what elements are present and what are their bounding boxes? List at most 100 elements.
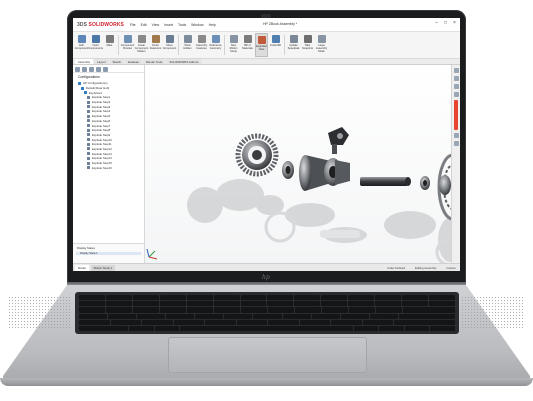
ribbon-button-mate[interactable]: Mate bbox=[103, 33, 116, 57]
feature-manager-icon[interactable] bbox=[75, 67, 80, 72]
key bbox=[205, 319, 236, 325]
menu-view[interactable]: View bbox=[152, 23, 160, 27]
ribbon-button-label: Linear Component Pattern bbox=[134, 44, 149, 53]
ribbon-separator bbox=[118, 35, 119, 55]
appearances-icon[interactable] bbox=[453, 133, 459, 138]
menu-tools[interactable]: Tools bbox=[178, 23, 186, 27]
property-manager-icon[interactable] bbox=[82, 67, 87, 72]
key bbox=[159, 295, 186, 301]
custom-properties-icon[interactable] bbox=[453, 141, 459, 146]
ribbon-button-component-preview[interactable]: Component Preview bbox=[121, 33, 134, 57]
key bbox=[79, 319, 110, 325]
ribbon-button-new-motion-study[interactable]: New Motion Study bbox=[227, 33, 240, 57]
bill-of-materials-icon bbox=[243, 35, 252, 43]
window-controls: – □ × bbox=[434, 21, 457, 26]
graphics-viewport[interactable] bbox=[145, 65, 460, 267]
ribbon-button-update-speedpak[interactable]: Update Speedpak bbox=[287, 33, 300, 57]
key bbox=[173, 319, 204, 325]
status-item: Custom bbox=[446, 265, 456, 270]
key bbox=[294, 301, 321, 307]
status-item: Under Defined bbox=[387, 265, 406, 270]
key bbox=[132, 295, 159, 301]
display-manager-icon[interactable] bbox=[103, 67, 108, 72]
minimize-icon[interactable]: – bbox=[434, 21, 439, 26]
ribbon-button-show-hidden[interactable]: Show Hidden bbox=[181, 33, 194, 57]
key bbox=[430, 325, 455, 332]
key bbox=[268, 307, 294, 313]
tab-assembly[interactable]: Assembly bbox=[75, 59, 94, 64]
design-library-icon[interactable] bbox=[453, 76, 459, 81]
explode-step-label: Explode Step13 bbox=[92, 151, 112, 156]
ribbon-button-assembly-features[interactable]: Assembly Features bbox=[195, 33, 208, 57]
exploded-view-icon bbox=[257, 36, 266, 44]
menu-window[interactable]: Window bbox=[191, 23, 203, 27]
ribbon-button-exploded-view[interactable]: Exploded View bbox=[255, 33, 268, 57]
tab-solidworks-add-ins[interactable]: SOLIDWORKS Add-Ins bbox=[166, 59, 202, 64]
ribbon-button-linear-component-pattern[interactable]: Linear Component Pattern bbox=[135, 33, 148, 57]
config-icon bbox=[81, 86, 84, 90]
keyboard-row bbox=[79, 325, 455, 332]
nut-part bbox=[420, 176, 430, 190]
explode-step-icon bbox=[87, 124, 90, 128]
bearing-part bbox=[282, 161, 294, 179]
dimxpert-icon[interactable] bbox=[96, 67, 101, 72]
ribbon-button-large-assembly-mode[interactable]: Large Assembly Mode bbox=[315, 33, 328, 57]
tab-render-tools[interactable]: Render Tools bbox=[142, 59, 166, 64]
smart-fasteners-icon bbox=[151, 35, 160, 43]
key bbox=[186, 301, 213, 307]
model-tab-model[interactable]: Model bbox=[75, 264, 89, 271]
key bbox=[195, 313, 224, 319]
key bbox=[375, 295, 402, 301]
tab-sketch[interactable]: Sketch bbox=[109, 59, 125, 64]
ribbon-button-smart-fasteners[interactable]: Smart Fasteners bbox=[149, 33, 162, 57]
ribbon-button-move-component[interactable]: Move Component bbox=[163, 33, 176, 57]
configuration-manager-icon[interactable] bbox=[89, 67, 94, 72]
explode-step-label: Explode Step5 bbox=[92, 114, 111, 119]
menu-help[interactable]: Help bbox=[209, 23, 216, 27]
view-triad bbox=[146, 248, 158, 260]
close-icon[interactable]: × bbox=[452, 21, 457, 26]
tree-explode-step[interactable]: Explode Step16 bbox=[73, 165, 144, 170]
ribbon-button-label: Reference Geometry bbox=[209, 44, 222, 50]
tab-layout[interactable]: Layout bbox=[94, 59, 109, 64]
ribbon-button-label: Update Speedpak bbox=[287, 44, 300, 50]
explode-step-label: Explode Step16 bbox=[92, 165, 112, 170]
explode-step-icon bbox=[87, 142, 90, 146]
display-state-item[interactable]: Display State-1 bbox=[76, 252, 141, 255]
document-title: HP ZBook Assembly * bbox=[263, 22, 298, 26]
model-tab-motion-study-1[interactable]: Motion Study 1 bbox=[90, 264, 116, 271]
ribbon-button-label: Show Hidden bbox=[183, 44, 192, 50]
ribbon-button-reference-geometry[interactable]: Reference Geometry bbox=[209, 33, 222, 57]
ribbon-button-edit-component[interactable]: Edit Component bbox=[75, 33, 88, 57]
view-palette-icon[interactable] bbox=[453, 92, 459, 97]
key bbox=[394, 319, 455, 325]
file-explorer-icon[interactable] bbox=[453, 84, 459, 89]
ribbon-button-take-snapshot[interactable]: Take Snapshot bbox=[301, 33, 314, 57]
key bbox=[108, 313, 137, 319]
maximize-icon[interactable]: □ bbox=[443, 21, 448, 26]
tab-evaluate[interactable]: Evaluate bbox=[125, 59, 142, 64]
panel-toolbar bbox=[73, 65, 144, 73]
solidworks-resources-icon[interactable] bbox=[453, 68, 459, 73]
explode-step-label: Explode Step6 bbox=[92, 118, 111, 123]
key bbox=[428, 295, 455, 301]
linear-component-pattern-icon bbox=[137, 35, 146, 43]
key bbox=[267, 301, 294, 307]
menu-edit[interactable]: Edit bbox=[141, 23, 147, 27]
status-item: Editing Assembly bbox=[415, 265, 437, 270]
ribbon-separator bbox=[284, 35, 285, 55]
task-pane-accent-tab[interactable] bbox=[454, 100, 458, 130]
key bbox=[142, 319, 173, 325]
key bbox=[79, 307, 105, 313]
explode-step-label: Explode Step4 bbox=[92, 109, 111, 114]
key bbox=[403, 307, 455, 313]
explode-step-icon bbox=[87, 95, 90, 99]
menu-insert[interactable]: Insert bbox=[164, 23, 173, 27]
key bbox=[224, 313, 253, 319]
ribbon-button-bill-of-materials[interactable]: Bill of Materials bbox=[241, 33, 254, 57]
explode-step-icon bbox=[87, 138, 90, 142]
ribbon-button-instant3d[interactable]: Instant3D bbox=[269, 33, 282, 57]
ribbon-button-insert-components[interactable]: Insert Components bbox=[88, 33, 103, 57]
menu-file[interactable]: File bbox=[130, 23, 136, 27]
update-speedpak-icon bbox=[289, 35, 298, 43]
